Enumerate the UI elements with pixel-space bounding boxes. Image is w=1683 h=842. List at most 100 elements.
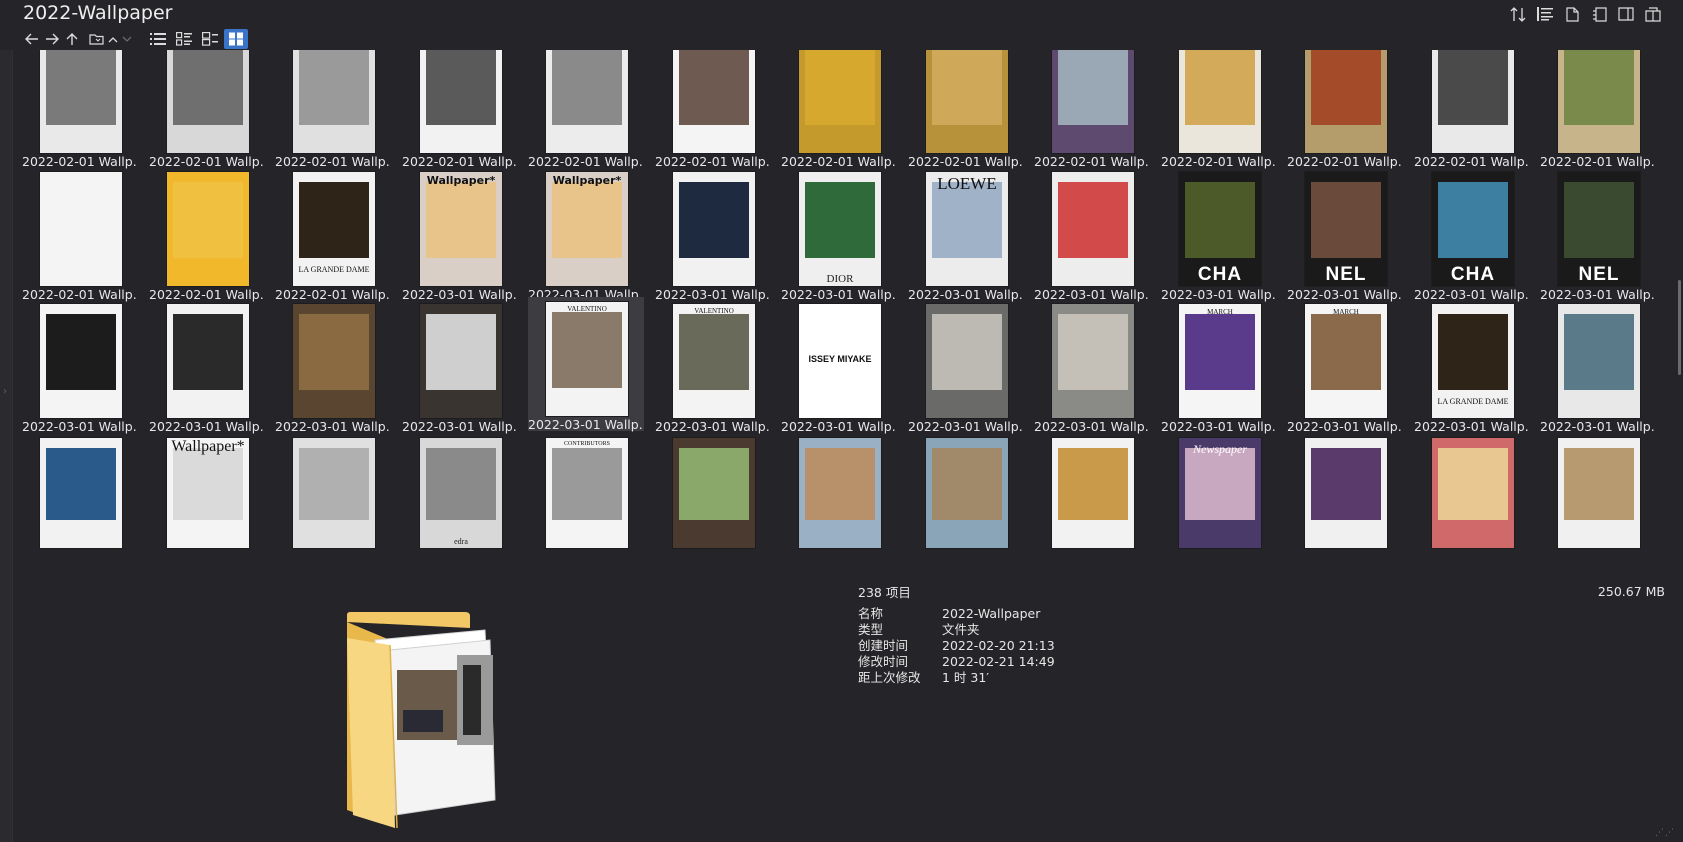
file-item[interactable]: 2022-02-01 Wallp... [22, 167, 138, 303]
thumbnail-view-button[interactable] [224, 29, 248, 49]
thumbnail-image [1058, 50, 1128, 125]
file-item[interactable]: 2022-03-01 Wallp... [149, 299, 265, 435]
file-item[interactable]: MARCH 2022-03-01 Wallp... [1287, 299, 1403, 435]
file-item[interactable]: 2022-02-01 Wallp... [149, 50, 265, 186]
file-item[interactable]: DIOR 2022-03-01 Wallp... [781, 167, 897, 303]
dual-pane-icon[interactable] [1643, 4, 1663, 24]
file-item[interactable]: CHA 2022-03-01 Wallp... [1414, 167, 1530, 303]
thumbnail-image [1438, 314, 1508, 390]
file-item[interactable]: Wallpaper* 2022-03-01 Wallp... [528, 167, 644, 303]
file-item[interactable]: 2022-03-01 Wallp... [655, 167, 771, 303]
sort-icon[interactable] [1508, 4, 1528, 24]
file-thumbnail: MARCH [1178, 303, 1262, 419]
file-item[interactable]: 2022-02-01 Wallp... [1414, 50, 1530, 186]
file-item[interactable] [908, 433, 1024, 569]
preview-pane-icon[interactable] [1616, 4, 1636, 24]
file-item[interactable]: 2022-02-01 Wallp... [1287, 50, 1403, 186]
file-item[interactable]: CHA 2022-03-01 Wallp... [1161, 167, 1277, 303]
file-item[interactable]: ISSEY MIYAKE 2022-03-01 Wallp... [781, 299, 897, 435]
list-view-button[interactable] [146, 29, 170, 49]
file-item[interactable]: 2022-03-01 Wallp... [1540, 299, 1656, 435]
file-name-label: 2022-03-01 Wallp... [908, 419, 1024, 434]
tile-view-button[interactable] [198, 29, 222, 49]
group-icon[interactable] [1535, 4, 1555, 24]
file-item[interactable] [655, 433, 771, 569]
file-item[interactable]: Wallpaper* 2022-03-01 Wallp... [402, 167, 518, 303]
thumbnail-cover-text: Newspaper [1193, 442, 1247, 456]
file-thumbnail: Wallpaper* [419, 171, 503, 287]
file-item[interactable]: MARCH 2022-03-01 Wallp... [1161, 299, 1277, 435]
file-item[interactable]: 2022-02-01 Wallp... [781, 50, 897, 186]
file-thumbnail: LA GRANDE DAME [292, 171, 376, 287]
file-item[interactable]: 2022-02-01 Wallp... [528, 50, 644, 186]
file-item[interactable] [1034, 433, 1150, 569]
file-item[interactable]: 2022-02-01 Wallp... [1540, 50, 1656, 186]
file-item[interactable] [1287, 433, 1403, 569]
folder-nav-icon[interactable] [86, 29, 106, 49]
file-item[interactable]: 2022-03-01 Wallp... [1034, 167, 1150, 303]
thumbnail-image [552, 312, 622, 388]
thumbnail-cover-text: MARCH [1207, 308, 1233, 316]
file-thumbnail: VALENTINO [672, 303, 756, 419]
navigation-pane-collapsed[interactable]: › [0, 50, 13, 842]
file-item[interactable]: 2022-03-01 Wallp... [1034, 299, 1150, 435]
file-item[interactable]: CONTRIBUTORS [528, 433, 644, 569]
file-item[interactable]: Wallpaper* [149, 433, 265, 569]
document-icon[interactable] [1562, 4, 1582, 24]
file-item[interactable]: 2022-02-01 Wallp... [1161, 50, 1277, 186]
file-item[interactable]: LA GRANDE DAME 2022-03-01 Wallp... [1414, 299, 1530, 435]
file-thumbnail [39, 50, 123, 154]
file-item[interactable]: LOEWE 2022-03-01 Wallp... [908, 167, 1024, 303]
file-item[interactable]: 2022-02-01 Wallp... [402, 50, 518, 186]
thumbnail-grid: 2022-02-01 Wallp... 2022-02-01 Wallp... 20… [22, 50, 1662, 579]
up-icon[interactable] [62, 29, 82, 49]
thumbnail-cover-text: Wallpaper* [171, 438, 245, 455]
file-item[interactable]: 2022-03-01 Wallp... [908, 299, 1024, 435]
property-key: 距上次修改 [858, 670, 921, 685]
thumbnail-cover-text: Wallpaper* [426, 174, 496, 187]
thumbnail-image [1185, 314, 1255, 390]
file-item[interactable]: 2022-02-01 Wallp... [149, 167, 265, 303]
file-item[interactable]: 2022-03-01 Wallp... [22, 299, 138, 435]
file-item[interactable]: 2022-02-01 Wallp... [908, 50, 1024, 186]
file-item[interactable] [1540, 433, 1656, 569]
file-item[interactable] [1414, 433, 1530, 569]
file-item[interactable]: 2022-02-01 Wallp... [655, 50, 771, 186]
file-thumbnail [39, 437, 123, 549]
chevron-down-icon[interactable] [120, 29, 134, 49]
file-thumbnail: Wallpaper* [545, 171, 629, 287]
file-item[interactable]: NEL 2022-03-01 Wallp... [1540, 167, 1656, 303]
file-item[interactable]: Newspaper [1161, 433, 1277, 569]
file-item[interactable] [781, 433, 897, 569]
file-item[interactable]: VALENTINO 2022-03-01 Wallp... [528, 297, 644, 432]
thumbnail-image [299, 448, 369, 520]
thumbnail-image [173, 314, 243, 390]
vertical-scrollbar[interactable] [1678, 280, 1681, 375]
forward-icon[interactable] [42, 29, 62, 49]
page-icon[interactable] [1589, 4, 1609, 24]
file-item[interactable]: 2022-02-01 Wallp... [275, 50, 391, 186]
file-thumbnail [39, 303, 123, 419]
resize-grip-icon[interactable]: ⋰⋰ [1655, 828, 1675, 838]
detail-view-button[interactable] [172, 29, 196, 49]
back-icon[interactable] [22, 29, 42, 49]
file-item[interactable]: VALENTINO 2022-03-01 Wallp... [655, 299, 771, 435]
file-item[interactable]: LA GRANDE DAME 2022-02-01 Wallp... [275, 167, 391, 303]
file-item[interactable]: 2022-02-01 Wallp... [1034, 50, 1150, 186]
chevron-up-icon[interactable] [106, 29, 120, 49]
file-item[interactable]: 2022-03-01 Wallp... [275, 299, 391, 435]
file-item[interactable]: edra [402, 433, 518, 569]
thumbnail-image [1438, 50, 1508, 125]
thumbnail-cover-text: LOEWE [937, 174, 997, 193]
file-thumbnail: Wallpaper* [166, 437, 250, 549]
thumbnail-image [1438, 182, 1508, 258]
expand-pane-icon[interactable]: › [3, 386, 7, 397]
thumbnail-image [1564, 314, 1634, 390]
file-item[interactable]: 2022-02-01 Wallp... [22, 50, 138, 186]
thumbnail-cover-text: edra [454, 537, 468, 546]
file-item[interactable]: NEL 2022-03-01 Wallp... [1287, 167, 1403, 303]
file-item[interactable] [22, 433, 138, 569]
file-item[interactable]: 2022-03-01 Wallp... [402, 299, 518, 435]
file-item[interactable] [275, 433, 391, 569]
property-key: 创建时间 [858, 638, 909, 653]
